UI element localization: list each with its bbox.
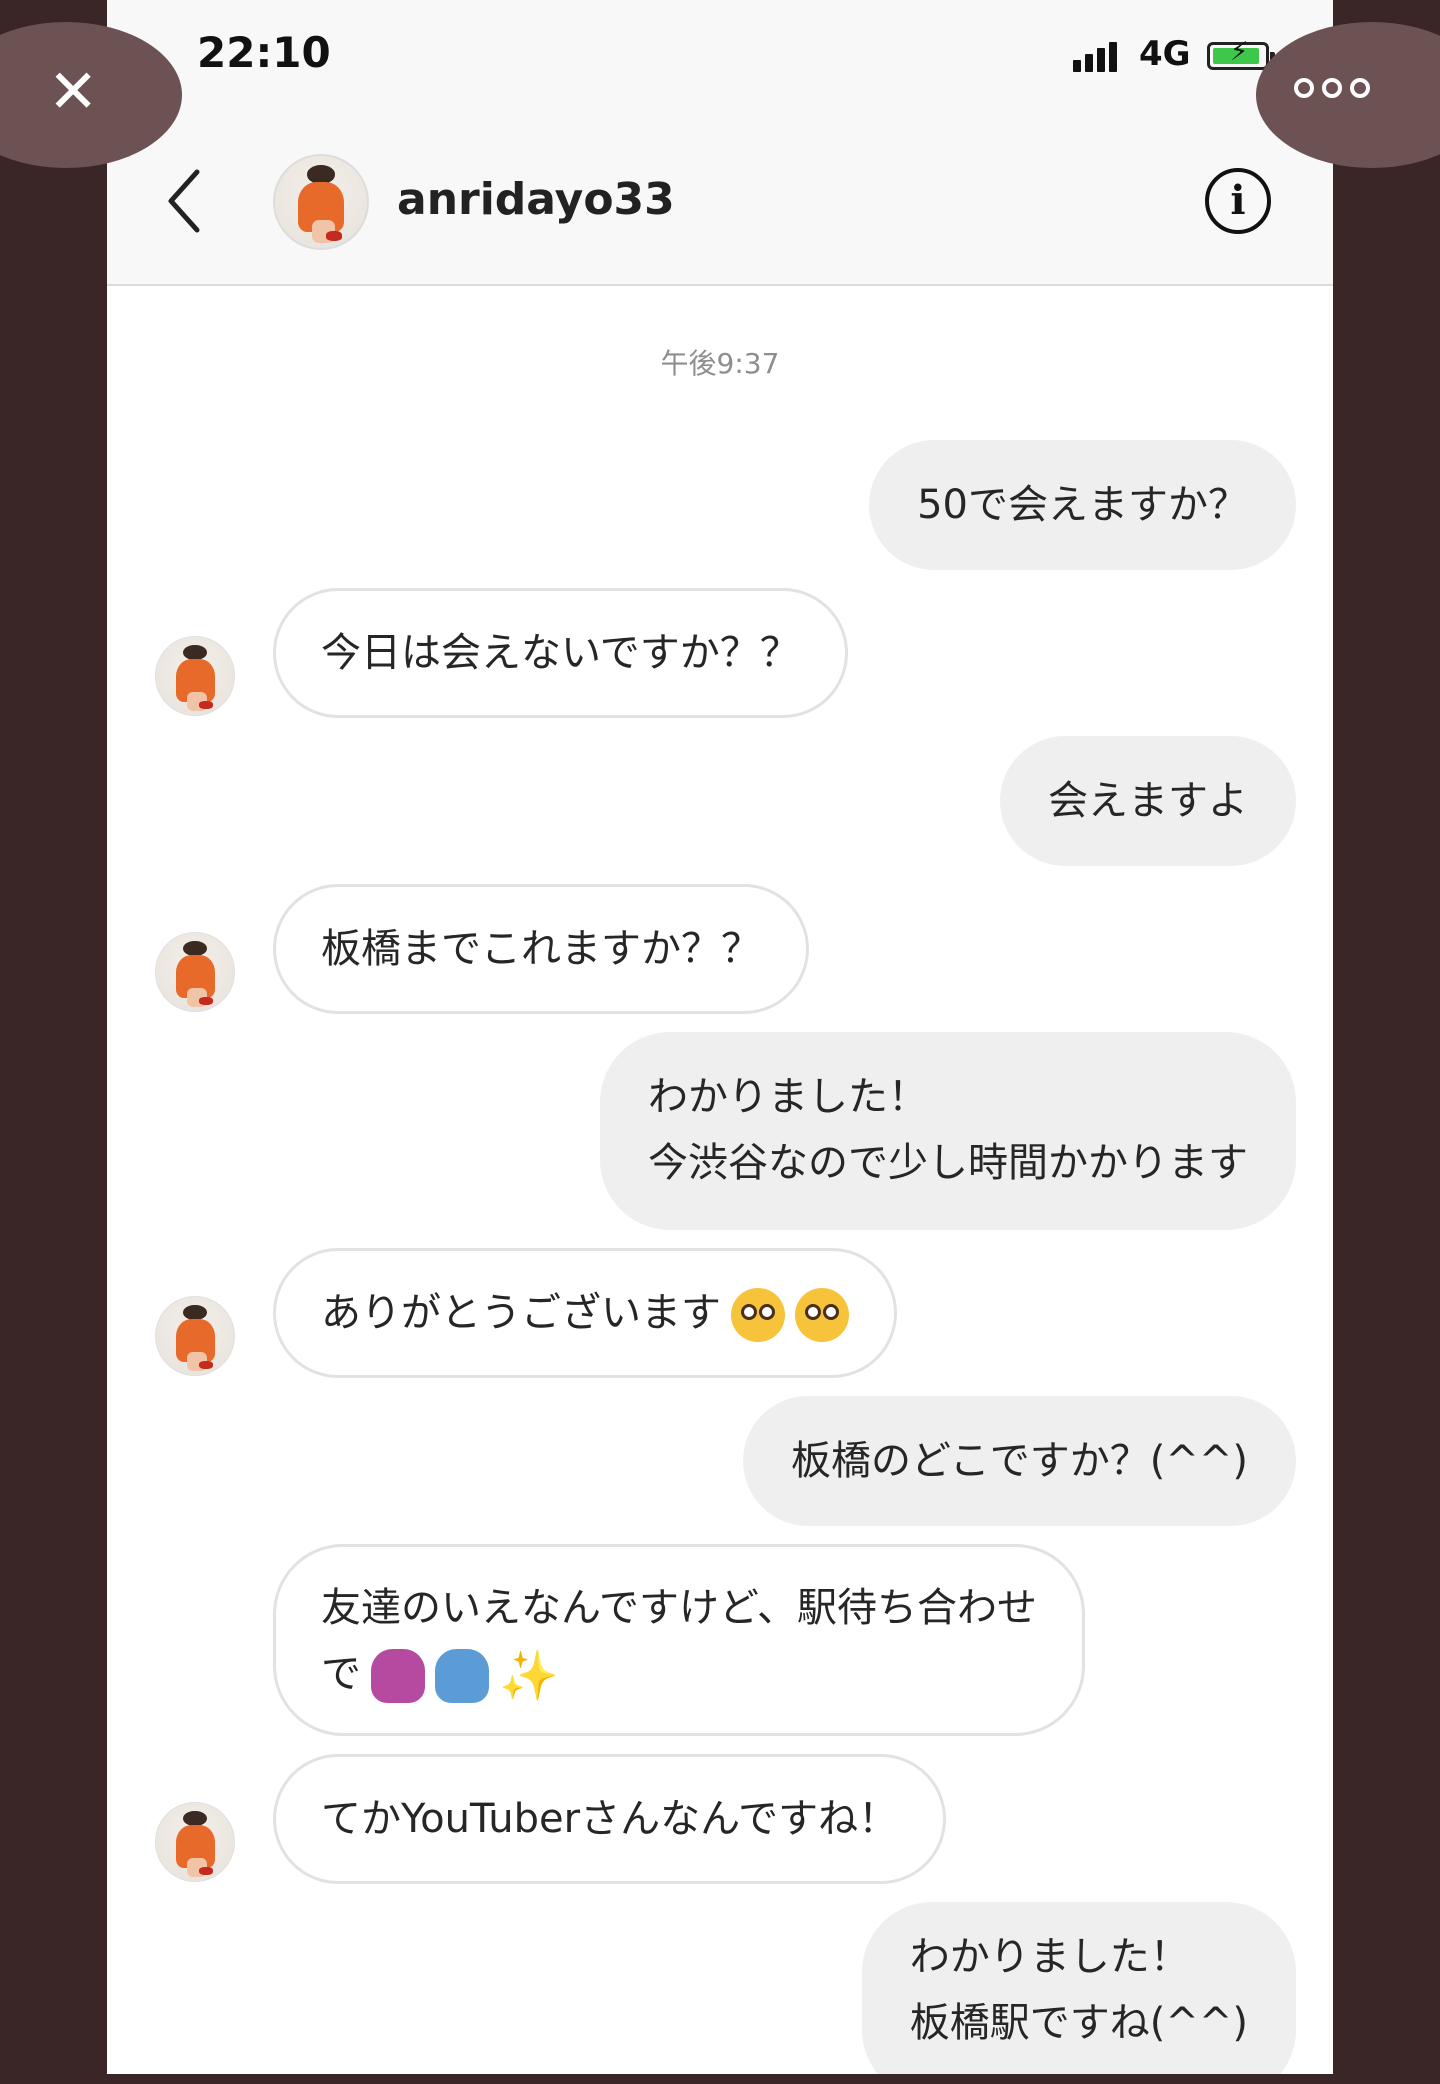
more-options-icon (1294, 78, 1370, 98)
person-gesturing-ok-icon (371, 1649, 425, 1703)
message-text: 板橋のどこですか？(^^) (790, 1438, 1248, 1484)
received-message[interactable]: 今日は会えないですか？？ (273, 588, 848, 718)
sender-avatar[interactable] (155, 932, 235, 1012)
header-avatar[interactable] (273, 154, 369, 250)
received-message[interactable]: 板橋までこれますか？？ (273, 884, 809, 1014)
message-text-line: わかりました！ (909, 1934, 1190, 1980)
network-type: 4G (1139, 34, 1191, 74)
sent-message[interactable]: わかりました！ 今渋谷なので少し時間かかります (600, 1032, 1296, 1230)
sent-message[interactable]: 板橋のどこですか？(^^) (742, 1396, 1296, 1526)
sent-message[interactable]: 50で会えますか？ (869, 440, 1296, 570)
message-text: てかYouTuberさんなんですね！ (321, 1796, 899, 1842)
sparkles-icon: ✨ (499, 1648, 559, 1704)
chevron-left-icon[interactable] (165, 166, 205, 236)
received-message[interactable]: てかYouTuberさんなんですね！ (273, 1754, 947, 1884)
message-text: 会えますよ (1048, 778, 1248, 824)
message-text-line: 友達のいえなんですけど、駅待ち合わせ (321, 1585, 1037, 1631)
sent-message[interactable]: わかりました！ 板橋駅ですね(^^) (861, 1902, 1296, 2074)
info-icon[interactable]: i (1205, 168, 1271, 234)
pleading-face-icon (795, 1288, 849, 1342)
sender-avatar[interactable] (155, 636, 235, 716)
battery-icon: ⚡ (1207, 39, 1275, 70)
sent-message[interactable]: 会えますよ (1000, 736, 1296, 866)
phone-screen: 22:10 4G ⚡ anridayo33 i 午後9:37 50で会えますか？… (107, 0, 1333, 2074)
signal-icon (1073, 42, 1117, 72)
chat-username[interactable]: anridayo33 (397, 174, 675, 225)
message-text-line: 板橋駅ですね(^^) (909, 2000, 1248, 2046)
received-message[interactable]: ありがとうございます (273, 1248, 897, 1378)
message-text: 板橋までこれますか？？ (321, 926, 761, 972)
message-text-line: わかりました！ (648, 1074, 928, 1120)
top-bar: 22:10 4G ⚡ anridayo33 i (107, 0, 1333, 286)
received-message[interactable]: 友達のいえなんですけど、駅待ち合わせ で ✨ (273, 1544, 1085, 1736)
close-icon: ✕ (48, 57, 99, 127)
message-text: 50で会えますか？ (917, 482, 1248, 528)
sender-avatar[interactable] (155, 1296, 235, 1376)
sender-avatar[interactable] (155, 1802, 235, 1882)
message-timestamp: 午後9:37 (660, 347, 780, 380)
message-text-line: 今渋谷なので少し時間かかります (648, 1140, 1248, 1186)
pleading-face-icon (731, 1288, 785, 1342)
message-text: ありがとうございます (321, 1290, 721, 1336)
person-gesturing-ok-icon (435, 1649, 489, 1703)
message-text: 今日は会えないですか？？ (321, 630, 800, 676)
status-time: 22:10 (197, 28, 331, 77)
message-text-line: で (321, 1651, 361, 1697)
